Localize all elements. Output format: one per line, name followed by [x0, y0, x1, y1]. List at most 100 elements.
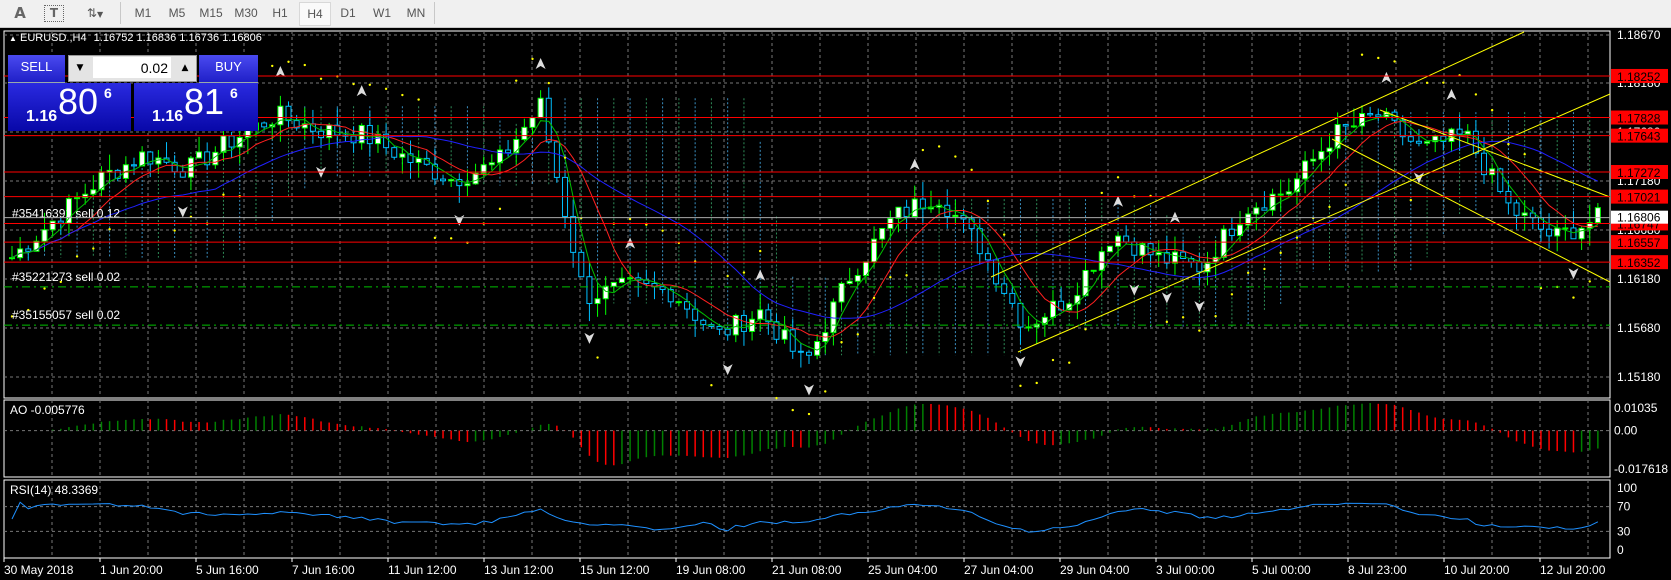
parabolic-sar-dot: [726, 274, 729, 278]
increase-lot-button[interactable]: ▲: [174, 56, 196, 81]
rsi-axis-tick: 70: [1617, 500, 1631, 514]
collapse-arrow-icon[interactable]: ▲: [9, 34, 17, 43]
timeframe-d1-button[interactable]: D1: [333, 4, 363, 23]
parabolic-sar-dot: [1019, 384, 1022, 388]
candle-bearish: [57, 220, 64, 224]
timeframe-m1-button[interactable]: M1: [128, 4, 158, 23]
chikou-line: [11, 113, 1599, 351]
timeframe-mn-button[interactable]: MN: [401, 4, 431, 23]
parabolic-sar-dot: [1230, 293, 1234, 296]
candle-bullish: [1578, 227, 1585, 240]
candle-bullish: [1082, 269, 1089, 297]
parabolic-sar-dot: [1425, 81, 1429, 85]
fractal-up-arrow-icon: [1446, 88, 1457, 100]
candle-bearish: [261, 122, 268, 128]
ao-axis-tick: 0.01035: [1614, 401, 1658, 415]
fractal-down-arrow-icon: [177, 206, 188, 218]
time-axis-tick: 5 Jun 16:00: [196, 563, 259, 577]
candle-bullish: [1090, 269, 1097, 272]
candle-bearish: [285, 105, 292, 122]
parabolic-sar-dot: [1588, 280, 1591, 283]
candle-bullish: [196, 151, 203, 159]
candle-bearish: [1513, 202, 1520, 216]
parabolic-sar-dot: [1165, 320, 1169, 324]
fractal-up-arrow-icon: [1113, 195, 1124, 207]
parabolic-sar-dot: [319, 77, 323, 81]
ao-title: AO -0.005776: [10, 403, 85, 417]
candle-bullish: [74, 197, 81, 200]
lot-input[interactable]: [93, 57, 171, 78]
candle-bullish: [1155, 252, 1162, 256]
time-axis-tick: 5 Jul 00:00: [1252, 563, 1311, 577]
candle-bullish: [1594, 207, 1601, 224]
candle-bearish: [944, 204, 951, 218]
candle-bullish: [1310, 158, 1317, 162]
candle-bearish: [391, 147, 398, 158]
timeframe-h1-button[interactable]: H1: [265, 4, 295, 23]
text-label-tool-button[interactable]: T: [44, 5, 64, 22]
candle-bullish: [537, 97, 544, 119]
candle-bearish: [797, 350, 804, 353]
candle-bearish: [1196, 261, 1203, 273]
parabolic-sar-dot: [498, 207, 502, 211]
arrows-tool-button[interactable]: ⇅▼: [80, 4, 110, 23]
time-axis-tick: 11 Jun 12:00: [388, 563, 457, 577]
candle-bearish: [993, 259, 1000, 285]
parabolic-sar-dot: [1051, 358, 1055, 362]
price-level-label: 1.18252: [1617, 70, 1661, 84]
candle-bearish: [692, 308, 699, 321]
candle-bearish: [740, 314, 747, 332]
arrows-icon: ⇅: [86, 6, 97, 20]
text-tool-button[interactable]: A: [12, 4, 28, 23]
candle-bullish: [1521, 212, 1528, 216]
order-label: #35155057 sell 0.02: [12, 308, 120, 322]
candle-bearish: [700, 319, 707, 326]
lot-stepper: ▼ ▲: [68, 55, 197, 82]
candle-bearish: [130, 164, 137, 167]
candle-bullish: [488, 162, 495, 166]
candle-bearish: [586, 276, 593, 305]
parabolic-sar-dot: [1084, 328, 1087, 331]
candle-bullish: [1106, 245, 1113, 253]
candle-bearish: [1131, 241, 1138, 256]
toolbar: A T ⇅▼ M1 M5 M15 M30 H1 H4 D1 W1 MN: [0, 0, 1671, 28]
timeframe-m15-button[interactable]: M15: [196, 4, 226, 23]
parabolic-sar-dot: [807, 412, 811, 416]
buy-button[interactable]: BUY: [199, 55, 258, 83]
decrease-lot-button[interactable]: ▼: [69, 56, 91, 81]
price-level-label: 1.17643: [1617, 130, 1661, 144]
timeframe-m30-button[interactable]: M30: [231, 4, 261, 23]
parabolic-sar-dot: [937, 145, 941, 148]
parabolic-sar-dot: [222, 193, 225, 196]
candle-bullish: [814, 341, 821, 356]
parabolic-sar-dot: [1181, 316, 1185, 319]
candle-bearish: [1017, 302, 1024, 328]
candle-bearish: [724, 328, 731, 336]
candle-bullish: [49, 220, 56, 231]
ao-axis-tick: -0.017618: [1614, 462, 1668, 476]
parabolic-sar-dot: [92, 247, 95, 250]
fractal-up-arrow-icon: [275, 65, 286, 77]
candle-bullish: [757, 309, 764, 320]
candle-bullish: [1302, 160, 1309, 180]
candle-bearish: [179, 171, 186, 178]
buy-price-button[interactable]: 1.16 81 6: [134, 81, 258, 131]
parabolic-sar-dot: [1377, 56, 1380, 60]
fractal-up-arrow-icon: [535, 57, 546, 69]
parabolic-sar-dot: [1295, 236, 1299, 239]
time-axis-tick: 21 Jun 08:00: [772, 563, 842, 577]
buy-price-pips: 81: [184, 81, 225, 122]
candle-bearish: [1407, 136, 1414, 142]
chart-header: ▲ EURUSD.,H4 1.16752 1.16836 1.16736 1.1…: [9, 32, 262, 44]
timeframe-h4-button[interactable]: H4: [299, 2, 331, 26]
candle-bearish: [440, 178, 447, 182]
parabolic-sar-dot: [1523, 153, 1526, 156]
timeframe-m5-button[interactable]: M5: [162, 4, 192, 23]
parabolic-sar-dot: [742, 271, 746, 274]
sell-button[interactable]: SELL: [8, 55, 65, 83]
parabolic-sar-dot: [1409, 198, 1413, 202]
sell-price-button[interactable]: 1.16 80 6: [8, 81, 131, 131]
parabolic-sar-dot: [271, 64, 274, 68]
timeframe-w1-button[interactable]: W1: [367, 4, 397, 23]
parabolic-sar-dot: [563, 156, 567, 159]
